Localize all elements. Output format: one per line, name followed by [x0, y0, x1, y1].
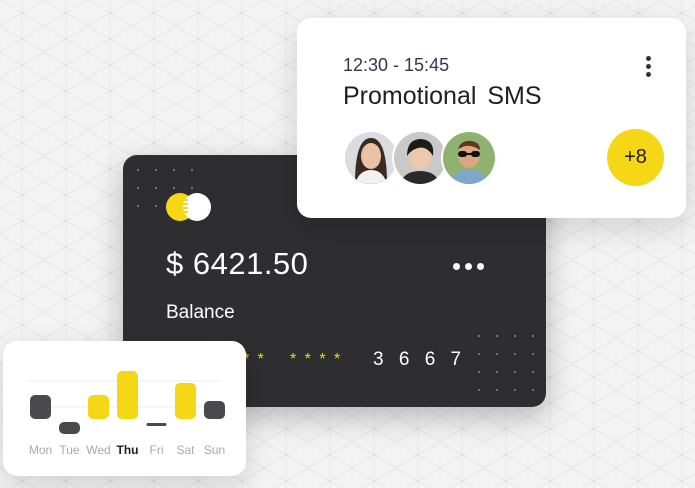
day-label-sat[interactable]: Sat — [176, 443, 195, 457]
bar-wed — [88, 395, 109, 419]
bar-mon — [30, 395, 51, 419]
balance-amount: $ 6421.50 — [166, 246, 309, 281]
time-range: 12:30 - 15:45 — [343, 55, 450, 75]
bar-fri — [146, 423, 167, 426]
sms-card[interactable]: 12:30 - 15:45 Promotional SMS +8 — [297, 18, 686, 218]
masked-digits-1: * * — [243, 351, 266, 368]
day-label-sun[interactable]: Sun — [204, 443, 225, 457]
bar-thu — [117, 371, 138, 419]
bar-sun — [204, 401, 225, 419]
day-label-tue[interactable]: Tue — [59, 443, 80, 457]
bar-sat — [175, 383, 196, 419]
extra-recipients-badge[interactable]: +8 — [607, 129, 664, 186]
day-label-mon[interactable]: Mon — [29, 443, 52, 457]
day-label-thu[interactable]: Thu — [117, 443, 139, 457]
horizontal-ellipsis-icon[interactable] — [453, 263, 484, 270]
sms-title: Promotional SMS — [343, 82, 542, 110]
masked-digits-2: * * * * — [290, 351, 343, 368]
card-dot-pattern-bottom — [478, 335, 534, 391]
weekly-chart-card: Mon Tue Wed Thu Fri Sat Sun — [3, 341, 246, 476]
bar-tue — [59, 422, 80, 434]
vertical-ellipsis-icon[interactable] — [646, 56, 651, 77]
card-brand-icon — [166, 193, 212, 221]
card-last-digits: 3 6 6 7 — [373, 349, 467, 370]
balance-label: Balance — [166, 302, 235, 323]
day-label-wed[interactable]: Wed — [86, 443, 110, 457]
avatar[interactable] — [343, 130, 399, 186]
weekly-bar-chart: Mon Tue Wed Thu Fri Sat Sun — [27, 371, 225, 457]
avatar[interactable] — [441, 130, 497, 186]
avatar-group — [343, 130, 497, 186]
avatar[interactable] — [392, 130, 448, 186]
day-label-fri[interactable]: Fri — [150, 443, 164, 457]
